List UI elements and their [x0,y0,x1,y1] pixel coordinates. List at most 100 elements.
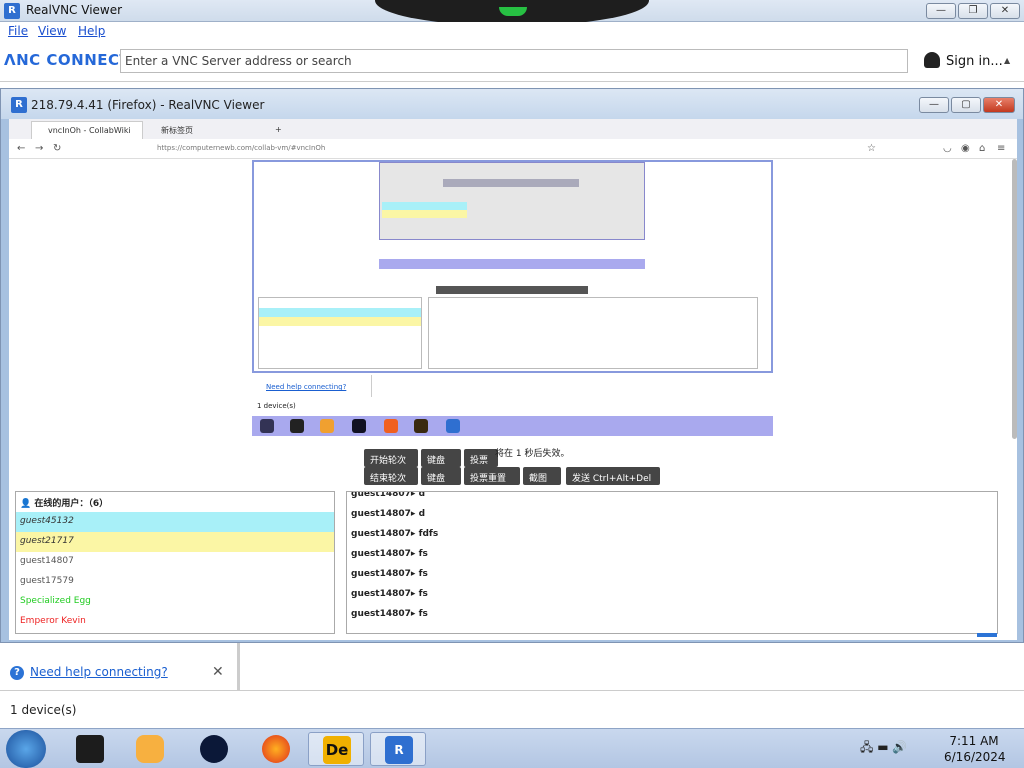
back-icon[interactable]: ← [17,143,25,154]
online-user-list: 👤 在线的用户：（6） guest45132 guest21717 guest148… [15,491,335,634]
turn-countdown: 将在 1 秒后失效。 [495,449,570,459]
realvnc-app-icon: R [4,3,20,19]
start-turn-label: 开始轮次 [370,456,407,466]
session-title-bar: R 218.79.4.41 (Firefox) - RealVNC Viewer… [1,89,1023,119]
clock-date: 6/16/2024 [944,750,1006,764]
realvnc-session-icon: R [11,97,27,113]
screenshot-label: 截图 [529,474,548,484]
nested-user-row [382,202,467,210]
chat-message: guest14807▸ fs [351,569,428,579]
remote-session-window: R 218.79.4.41 (Firefox) - RealVNC Viewer… [0,88,1024,643]
end-turn-label: 结束轮次 [370,474,407,484]
taskbar-realvnc[interactable]: R [370,732,426,766]
ctrl-alt-del-button[interactable]: 发送 Ctrl+Alt+Del [566,467,660,485]
user-list-header: 👤 在线的用户：（6） [20,499,109,509]
chat-message: guest14807▸ fs [351,589,428,599]
display-icon[interactable]: ▬ [877,740,888,754]
windows-taskbar: De R 🖧 ▬ 🔊 7:11 AM 6/16/2024 [0,728,1024,768]
firefox-view-icon[interactable] [11,121,33,139]
user-icon [924,52,940,68]
scroll-up-icon[interactable]: ▲ [1004,56,1010,65]
user-list-item[interactable]: guest21717 [16,532,334,552]
app-title: RealVNC Viewer [26,3,123,17]
pocket-icon[interactable]: ◡ [943,143,952,154]
tab-new-tab[interactable]: 新标签页 [145,121,255,139]
panel-divider[interactable] [238,642,240,690]
nested-toolbar [443,179,579,187]
chat-message: guest14807▸ fs [351,609,428,619]
extensions-icon[interactable]: ⌂ [979,143,985,154]
session-maximize-button[interactable]: ▢ [951,97,981,113]
nested-chat [428,297,758,369]
tab-collabwiki[interactable]: vncInOh - CollabWiki [31,121,143,139]
nested-taskbar [252,416,773,436]
help-close-icon[interactable]: ✕ [212,664,224,680]
session-close-button[interactable]: ✕ [983,97,1015,113]
firefox-url-bar[interactable]: https://computernewb.com/collab-vm/#vncI… [157,144,325,152]
remote-desktop[interactable]: vncInOh - CollabWiki 新标签页 + ← → ↻ https:… [9,119,1017,640]
clock-time: 7:11 AM [949,734,999,748]
keyboard-button[interactable]: 键盘 [421,449,461,467]
globe-icon [200,735,228,763]
reload-icon[interactable]: ↻ [53,143,61,154]
remote-page-scrollbar[interactable] [1012,159,1017,439]
user-list-item[interactable]: guest17579 [16,572,334,592]
taskbar-de-app[interactable]: De [308,732,364,766]
bookmark-star-icon[interactable]: ☆ [867,143,876,154]
minimize-button[interactable]: — [926,3,956,19]
nested-de-icon [414,419,428,433]
vote-label: 投票 [470,456,489,466]
chat-scrollbar[interactable] [977,633,997,637]
taskbar-app-box[interactable] [62,732,118,766]
menu-bar: File View Help [0,22,1024,40]
keyboard-button-2[interactable]: 键盘 [421,467,461,485]
user-list-item[interactable]: guest45132 [16,512,334,532]
nested-taskbar [379,259,645,269]
nested-media-icon [320,419,334,433]
taskbar-firefox[interactable] [248,732,304,766]
menu-view[interactable]: View [38,24,66,38]
nested-start-icon [260,419,274,433]
session-minimize-button[interactable]: — [919,97,949,113]
screenshot-button[interactable]: 截图 [523,467,561,485]
firefox-icon [262,735,290,763]
device-status-bar: 1 device(s) [0,690,1024,728]
maximize-button[interactable]: ❐ [958,3,988,19]
keyboard-label: 键盘 [427,456,446,466]
nested-device-count: 1 device(s) [257,402,296,410]
user-list-item[interactable]: Specialized Egg [16,592,334,612]
account-icon[interactable]: ◉ [961,143,970,154]
media-player-icon [136,735,164,763]
end-turn-button[interactable]: 结束轮次 [364,467,418,485]
new-tab-icon[interactable]: + [259,121,282,139]
nested-help-panel: Need help connecting? [252,375,372,397]
server-address-input[interactable]: Enter a VNC Server address or search [120,49,908,73]
forward-icon[interactable]: → [35,143,43,154]
start-button[interactable] [6,730,46,768]
system-tray: 🖧 ▬ 🔊 [860,738,907,759]
nested-realvnc-icon [446,419,460,433]
user-list-item[interactable]: guest14807 [16,552,334,572]
volume-icon[interactable]: 🔊 [892,740,907,754]
vote-button[interactable]: 投票 [464,449,498,467]
network-icon[interactable]: 🖧 [860,740,873,754]
nested-help-link[interactable]: Need help connecting? [266,383,346,391]
user-list-item[interactable]: Emperor Kevin [16,612,334,632]
menu-file[interactable]: File [8,24,28,38]
system-clock[interactable]: 7:11 AM 6/16/2024 [944,733,1006,765]
taskbar-media-player[interactable] [122,732,178,766]
vote-reset-button[interactable]: 投票重置 [464,467,520,485]
taskbar-app-globe[interactable] [186,732,242,766]
firefox-tab-strip: vncInOh - CollabWiki 新标签页 + [9,119,1017,139]
nested-app-icon [352,419,366,433]
sign-in-button[interactable]: Sign in... [924,52,1003,69]
vnc-connect-bar: ɅNC CONNECT Enter a VNC Server address o… [0,40,1024,82]
start-turn-button[interactable]: 开始轮次 [364,449,418,467]
connection-indicator-icon [499,7,527,16]
close-button[interactable]: ✕ [990,3,1020,19]
menu-icon[interactable]: ≡ [997,143,1005,154]
help-connecting-link[interactable]: Need help connecting? [30,665,168,679]
chat-message: guest14807▸ d [351,491,426,499]
black-box-icon [76,735,104,763]
menu-help[interactable]: Help [78,24,105,38]
